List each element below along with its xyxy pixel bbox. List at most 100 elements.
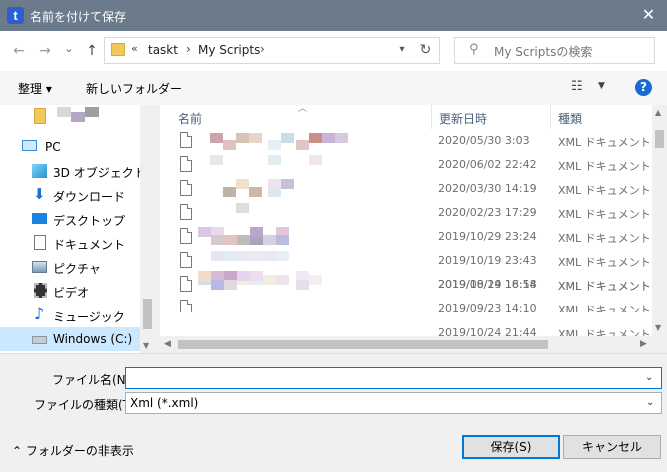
help-icon[interactable]: ?: [635, 79, 652, 96]
address-dropdown-icon[interactable]: ▾: [395, 41, 409, 59]
table-row[interactable]: 2019/10/29 23:24 XML ドキュメント: [160, 225, 652, 249]
scroll-right-icon[interactable]: ▶: [640, 339, 647, 349]
refresh-button[interactable]: ↻: [412, 37, 440, 64]
music-icon: ♪: [34, 304, 45, 323]
file-list-vertical-scrollbar[interactable]: ▲ ▼: [652, 105, 667, 336]
breadcrumb-separator-icon[interactable]: ›: [186, 42, 191, 56]
3d-objects-icon: [32, 164, 47, 178]
sidebar-item-windows-c[interactable]: Windows (C:): [0, 327, 140, 351]
column-headers: 名前 ︿ 更新日時 種類: [160, 104, 652, 129]
breadcrumb-separator-icon[interactable]: ›: [260, 42, 265, 56]
column-header-modified[interactable]: 更新日時: [439, 110, 487, 127]
redacted-label: [85, 107, 99, 117]
xml-file-icon: [180, 180, 192, 196]
cancel-button[interactable]: キャンセル: [563, 435, 661, 459]
up-arrow-icon[interactable]: ↑: [83, 41, 101, 61]
organize-button[interactable]: 整理 ▾: [18, 80, 52, 97]
sidebar-item-desktop[interactable]: デスクトップ: [0, 207, 140, 231]
sidebar-item-music[interactable]: ♪ ミュージック: [0, 303, 140, 327]
scrollbar-thumb[interactable]: [143, 299, 152, 329]
scroll-up-icon[interactable]: ▲: [655, 108, 661, 117]
row-modified: 2020/05/30 3:03: [438, 134, 530, 147]
recent-locations-chevron-icon[interactable]: ⌄: [60, 39, 78, 59]
address-overflow-icon[interactable]: «: [131, 42, 138, 55]
sidebar-item-label: ダウンロード: [53, 190, 126, 204]
scrollbar-thumb[interactable]: [178, 340, 548, 349]
breadcrumb-my-scripts[interactable]: My Scripts: [198, 43, 260, 57]
filename-dropdown-icon[interactable]: ⌄: [645, 372, 653, 383]
sidebar-item-pictures[interactable]: ピクチャ: [0, 255, 140, 279]
redacted-file-name: [208, 131, 388, 151]
sidebar-item-label: 3D オブジェクト: [53, 166, 146, 180]
column-header-type[interactable]: 種類: [558, 110, 582, 127]
sort-ascending-icon: ︿: [298, 104, 308, 114]
table-row[interactable]: 2020/06/02 22:42 XML ドキュメント: [160, 153, 652, 177]
sidebar-item-label: ピクチャ: [53, 262, 101, 276]
sidebar-item-3d-objects[interactable]: 3D オブジェクト: [0, 159, 146, 183]
scrollbar-thumb[interactable]: [655, 130, 664, 148]
sidebar-scrollbar[interactable]: ▼: [140, 105, 155, 353]
redacted-file-name: [208, 179, 388, 199]
table-row[interactable]: 2019/09/23 14:10 XML ドキュメント: [160, 297, 652, 312]
search-icon: ⚲: [469, 42, 479, 57]
redacted-file-name: [208, 203, 388, 223]
filename-input[interactable]: [125, 367, 662, 389]
filename-label: ファイル名(N):: [52, 373, 135, 387]
table-row[interactable]: 2019/10/19 23:43 XML ドキュメント: [160, 249, 652, 273]
filetype-select[interactable]: Xml (*.xml) ⌄: [125, 392, 662, 414]
sidebar-item-videos[interactable]: ビデオ: [0, 279, 140, 303]
table-row[interactable]: 2020/05/30 3:03 XML ドキュメント: [160, 129, 652, 153]
sidebar-item-label: PC: [45, 140, 61, 154]
close-button[interactable]: ✕: [630, 0, 667, 31]
desktop-icon: [32, 213, 47, 224]
hide-folders-toggle[interactable]: ⌃ フォルダーの非表示: [12, 442, 134, 459]
filetype-value: Xml (*.xml): [130, 396, 199, 410]
save-button[interactable]: 保存(S): [462, 435, 560, 459]
search-input[interactable]: ⚲ My Scriptsの検索: [454, 37, 655, 64]
forward-arrow-icon[interactable]: →: [36, 41, 54, 61]
download-icon: ⬇: [33, 185, 46, 203]
row-type: XML ドキュメント: [558, 304, 651, 312]
table-row[interactable]: 2020/03/30 14:19 XML ドキュメント: [160, 177, 652, 201]
drive-icon: [32, 336, 47, 344]
row-type: XML ドキュメント: [558, 280, 651, 293]
new-folder-button[interactable]: 新しいフォルダー: [86, 80, 182, 97]
row-type: XML ドキュメント: [558, 184, 651, 197]
address-bar[interactable]: « taskt › My Scripts ›: [104, 37, 440, 64]
window-title: 名前を付けて保存: [30, 10, 127, 24]
scroll-down-icon[interactable]: ▼: [143, 341, 149, 350]
redacted-label: [71, 112, 85, 122]
view-dropdown-icon[interactable]: ▼: [598, 81, 605, 91]
back-arrow-icon[interactable]: ←: [10, 41, 28, 61]
sidebar-item-folder[interactable]: [0, 105, 140, 129]
sidebar-item-pc[interactable]: PC: [0, 135, 140, 159]
row-type: XML ドキュメント: [558, 136, 651, 149]
column-divider[interactable]: [431, 105, 432, 129]
sidebar-item-downloads[interactable]: ⬇ ダウンロード: [0, 183, 140, 207]
column-header-name[interactable]: 名前: [178, 110, 202, 127]
view-options-icon[interactable]: ☷: [571, 79, 583, 94]
file-list-horizontal-scrollbar[interactable]: ◀ ▶: [160, 336, 667, 353]
row-modified: 2019/10/24 21:44: [438, 326, 537, 336]
breadcrumb-taskt[interactable]: taskt: [148, 43, 178, 57]
folder-icon: [111, 43, 125, 56]
table-row[interactable]: 2019/10/19 16:54 XML ドキュメント: [160, 271, 652, 297]
row-modified: 2020/06/02 22:42: [438, 158, 537, 171]
pictures-icon: [32, 261, 47, 273]
column-divider[interactable]: [550, 105, 551, 129]
table-row[interactable]: 2019/10/24 21:44 XML ドキュメント: [160, 321, 652, 336]
xml-file-icon: [180, 156, 192, 172]
redacted-file-name: [208, 251, 388, 271]
row-modified: 2019/10/19 16:54: [438, 278, 537, 291]
hide-folders-label: フォルダーの非表示: [25, 444, 134, 458]
scroll-down-icon[interactable]: ▼: [655, 323, 661, 332]
sidebar-item-documents[interactable]: ドキュメント: [0, 231, 140, 255]
pc-icon: [22, 140, 37, 151]
xml-file-icon: [180, 300, 192, 312]
search-placeholder: My Scriptsの検索: [494, 45, 593, 59]
scroll-left-icon[interactable]: ◀: [164, 339, 171, 349]
sidebar-item-label: ビデオ: [53, 286, 90, 300]
filetype-dropdown-icon[interactable]: ⌄: [646, 397, 654, 408]
row-type: XML ドキュメント: [558, 328, 651, 336]
table-row[interactable]: 2020/02/23 17:29 XML ドキュメント: [160, 201, 652, 225]
